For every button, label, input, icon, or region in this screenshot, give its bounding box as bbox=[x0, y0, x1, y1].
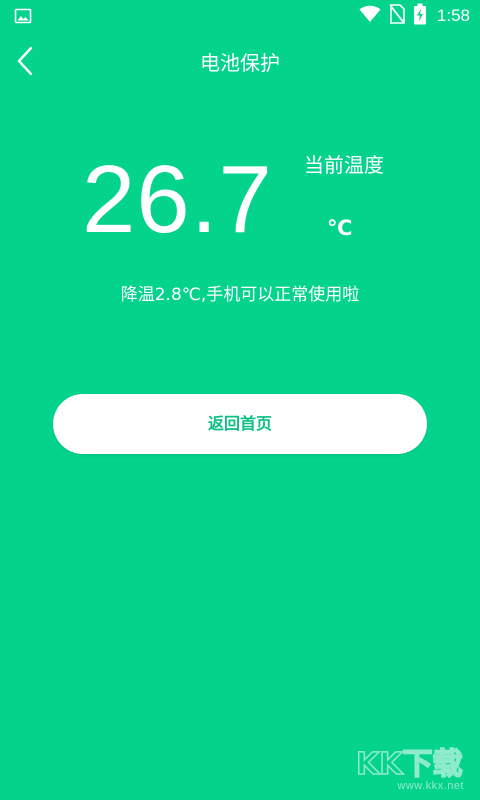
temperature-label: 当前温度 bbox=[304, 153, 384, 177]
return-home-button[interactable]: 返回首页 bbox=[53, 394, 427, 454]
status-icons: 1:58 bbox=[359, 3, 470, 29]
toolbar: 电池保护 bbox=[0, 32, 480, 94]
temperature-value: 26.7 bbox=[82, 146, 273, 253]
no-sim-icon bbox=[389, 4, 405, 28]
status-time: 1:58 bbox=[436, 6, 470, 25]
page-title: 电池保护 bbox=[200, 51, 280, 75]
status-bar: 1:58 bbox=[0, 0, 480, 32]
watermark-url: www.kkx.net bbox=[397, 780, 464, 792]
image-icon bbox=[14, 7, 32, 25]
battery-charging-icon bbox=[413, 3, 427, 29]
temperature-unit: ℃ bbox=[327, 216, 353, 240]
svg-text:KK下载: KK下载 bbox=[356, 747, 463, 780]
kk-download-watermark: KK下载 www.kkx.net bbox=[354, 744, 466, 792]
cooling-message: 降温2.8℃,手机可以正常使用啦 bbox=[120, 285, 360, 305]
wifi-icon bbox=[359, 5, 381, 27]
kk-download-logo: KK下载 bbox=[355, 746, 463, 780]
